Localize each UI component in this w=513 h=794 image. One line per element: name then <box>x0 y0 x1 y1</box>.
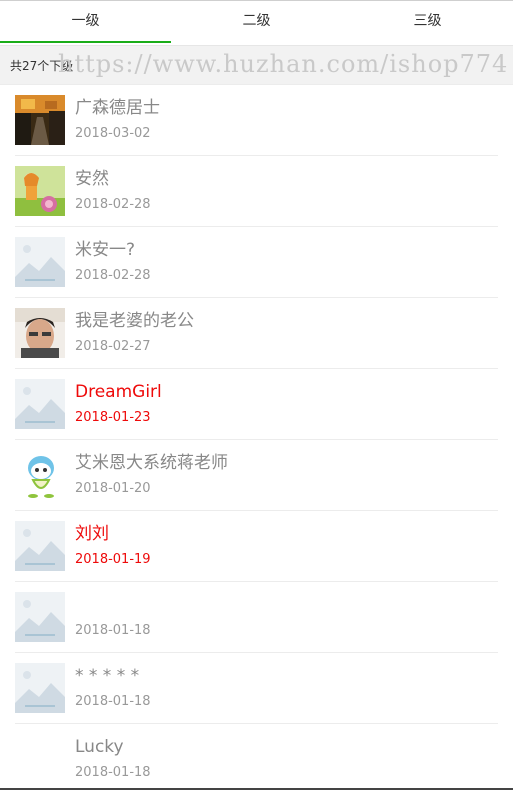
member-name: 广森德居士 <box>75 98 160 118</box>
avatar-cartoon-mascot <box>15 450 65 500</box>
tab-level-3[interactable]: 三级 <box>342 1 513 45</box>
list-item[interactable]: * * * * * 2018-01-18 <box>15 653 498 724</box>
list-item[interactable]: Lucky 2018-01-18 <box>15 724 498 794</box>
join-date: 2018-03-02 <box>75 126 151 141</box>
watermark-text: https://www.huzhan.com/ishop774 <box>58 50 509 78</box>
avatar-photo-street <box>15 95 65 145</box>
placeholder-image-icon <box>15 379 65 429</box>
tab-level-1[interactable]: 一级 <box>0 1 171 43</box>
placeholder-image-icon <box>15 521 65 571</box>
placeholder-image-icon <box>15 237 65 287</box>
member-name: * * * * * <box>75 666 140 686</box>
tab-level-2[interactable]: 二级 <box>171 1 342 45</box>
join-date: 2018-01-23 <box>75 410 151 425</box>
member-name: 安然 <box>75 169 109 189</box>
join-date: 2018-01-20 <box>75 481 151 496</box>
join-date: 2018-01-18 <box>75 765 151 780</box>
join-date: 2018-02-27 <box>75 339 151 354</box>
list-item[interactable]: 广森德居士 2018-03-02 <box>15 85 498 156</box>
list-item[interactable]: 刘刘 2018-01-19 <box>15 511 498 582</box>
member-name: 米安一? <box>75 240 136 260</box>
list-item[interactable]: DreamGirl 2018-01-23 <box>15 369 498 440</box>
list-item[interactable]: 我是老婆的老公 2018-02-27 <box>15 298 498 369</box>
list-item[interactable]: 2018-01-18 <box>15 582 498 653</box>
avatar-cartoon-girl <box>15 166 65 216</box>
member-name <box>75 594 151 616</box>
join-date: 2018-02-28 <box>75 268 151 283</box>
member-name: 艾米恩大系统蒋老师 <box>75 453 228 473</box>
list-item[interactable]: 安然 2018-02-28 <box>15 156 498 227</box>
member-name: Lucky <box>75 737 124 757</box>
join-date: 2018-01-19 <box>75 552 151 567</box>
join-date: 2018-01-18 <box>75 623 151 638</box>
join-date: 2018-02-28 <box>75 197 151 212</box>
member-name: 我是老婆的老公 <box>75 311 194 331</box>
placeholder-image-icon <box>15 663 65 713</box>
member-name: DreamGirl <box>75 382 162 402</box>
member-list: 广森德居士 2018-03-02 安然 2018-02-28 米安一? 2018… <box>0 85 513 794</box>
summary-bar: 共27个下级 https://www.huzhan.com/ishop774 <box>0 46 513 85</box>
member-name: 刘刘 <box>75 524 109 544</box>
placeholder-image-icon <box>15 592 65 642</box>
join-date: 2018-01-18 <box>75 694 151 709</box>
avatar-photo-selfie <box>15 308 65 358</box>
list-item[interactable]: 艾米恩大系统蒋老师 2018-01-20 <box>15 440 498 511</box>
avatar-empty <box>15 734 65 784</box>
level-tabs: 一级 二级 三级 <box>0 0 513 46</box>
list-item[interactable]: 米安一? 2018-02-28 <box>15 227 498 298</box>
